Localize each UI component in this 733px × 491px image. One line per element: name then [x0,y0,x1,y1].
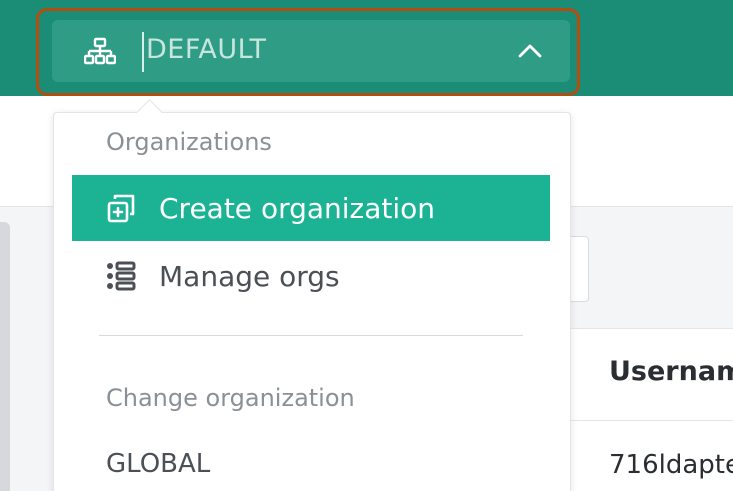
create-organization-item[interactable]: Create organization [72,175,550,241]
side-panel-edge [0,222,10,491]
list-icon [107,261,136,291]
organizations-heading: Organizations [106,128,272,156]
manage-orgs-item[interactable]: Manage orgs [72,243,550,309]
column-header-username[interactable]: Usernam [609,356,733,387]
text-caret [142,32,144,72]
org-selector[interactable] [52,20,570,82]
create-organization-label: Create organization [159,192,436,225]
sitemap-icon [84,37,116,65]
manage-orgs-label: Manage orgs [159,260,340,293]
chevron-up-icon[interactable] [516,40,544,60]
table-row-divider [566,420,733,421]
app-window: Usernam 716ldapte DEFAULT Organizations … [0,0,733,491]
org-search-input[interactable]: DEFAULT [146,34,266,65]
change-organization-heading: Change organization [106,384,355,412]
create-org-icon [107,194,135,223]
org-option-global[interactable]: GLOBAL [106,449,210,479]
menu-divider [99,335,523,336]
table-cell-username[interactable]: 716ldapte [609,450,733,480]
